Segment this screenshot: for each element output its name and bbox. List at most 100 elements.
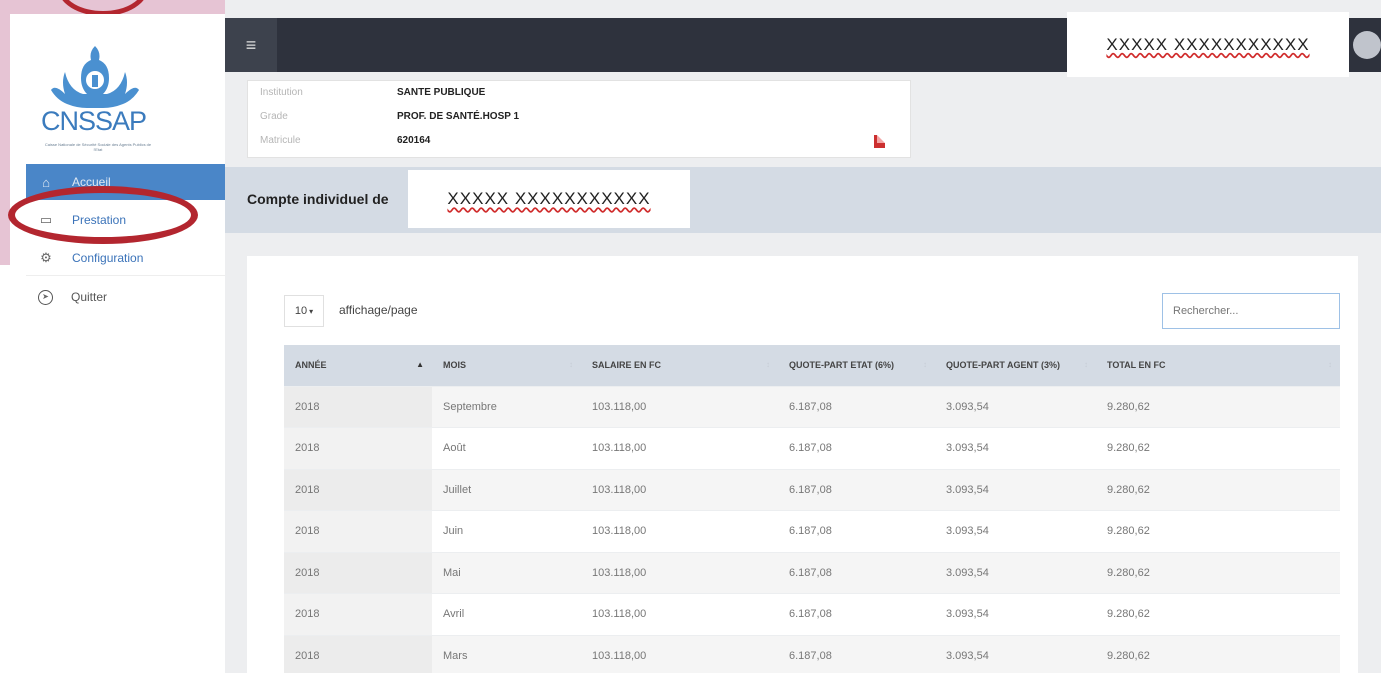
cell-quote-part-agent: 3.093,54 <box>935 385 1096 428</box>
cell-total: 9.280,62 <box>1096 510 1340 552</box>
cell-annee: 2018 <box>284 551 432 594</box>
cell-quote-part-etat: 6.187,08 <box>778 427 935 469</box>
sort-icon: ↕ <box>766 360 770 369</box>
table-row: 2018 Avril 103.118,00 6.187,08 3.093,54 9.280… <box>284 593 1340 635</box>
info-label: Matricule <box>260 135 301 146</box>
cell-total: 9.280,62 <box>1096 634 1340 673</box>
cell-quote-part-etat: 6.187,08 <box>778 510 935 552</box>
column-header-salaire[interactable]: SALAIRE EN FC ↕ <box>581 345 778 386</box>
cell-mois: Juillet <box>432 468 581 511</box>
sort-icon: ↕ <box>923 360 927 369</box>
info-label: Grade <box>260 111 288 122</box>
cell-annee: 2018 <box>284 427 432 469</box>
table-row: 2018 Août 103.118,00 6.187,08 3.093,54 9.280,… <box>284 427 1340 469</box>
cell-total: 9.280,62 <box>1096 427 1340 469</box>
table-row: 2018 Septembre 103.118,00 6.187,08 3.093,54 9… <box>284 385 1340 428</box>
sidebar-item-label: Quitter <box>71 290 108 304</box>
sort-asc-icon: ▲ <box>416 360 424 369</box>
cell-quote-part-etat: 6.187,08 <box>778 385 935 428</box>
cell-annee: 2018 <box>284 593 432 635</box>
cell-salaire: 103.118,00 <box>581 468 778 511</box>
cell-mois: Avril <box>432 593 581 635</box>
info-row-matricule: Matricule 620164 <box>260 135 430 146</box>
table-row: 2018 Juillet 103.118,00 6.187,08 3.093,54 9.2… <box>284 468 1340 511</box>
home-icon: ⌂ <box>42 174 50 190</box>
column-header-mois[interactable]: MOIS ↕ <box>432 345 581 386</box>
column-header-total[interactable]: TOTAL EN FC ↕ <box>1096 345 1340 386</box>
sidebar-item-configuration[interactable]: ⚙ Configuration <box>26 240 225 276</box>
gear-icon: ⚙ <box>40 249 52 265</box>
cell-quote-part-agent: 3.093,54 <box>935 427 1096 469</box>
user-name: XXXXX XXXXXXXXXXX <box>1106 34 1310 54</box>
user-name-box: XXXXX XXXXXXXXXXX <box>1067 12 1349 77</box>
info-card: Institution SANTE PUBLIQUE Grade PROF. D… <box>247 80 911 158</box>
cell-salaire: 103.118,00 <box>581 385 778 428</box>
cell-mois: Septembre <box>432 385 581 428</box>
cell-quote-part-agent: 3.093,54 <box>935 634 1096 673</box>
page-length-value: 10 <box>294 305 308 317</box>
avatar[interactable] <box>1353 31 1381 59</box>
table-row: 2018 Mars 103.118,00 6.187,08 3.093,54 9.280,… <box>284 634 1340 673</box>
sidebar: CNSSAP Caisse Nationale de Sécurité Soci… <box>10 14 225 673</box>
cell-total: 9.280,62 <box>1096 593 1340 635</box>
compte-header: Compte individuel de XXXXX XXXXXXXXXXX <box>225 167 1381 233</box>
column-header-annee[interactable]: ANNÉE ▲ <box>284 345 432 386</box>
chevron-down-icon: ▾ <box>309 306 314 316</box>
cell-total: 9.280,62 <box>1096 385 1340 428</box>
page-length-select[interactable]: 10 ▾ <box>284 295 324 327</box>
info-row-grade: Grade PROF. DE SANTÉ.HOSP 1 <box>260 111 519 122</box>
info-value: SANTE PUBLIQUE <box>397 87 486 98</box>
table-header-row: ANNÉE ▲ MOIS ↕ SALAIRE EN FC ↕ QUOTE-PART E… <box>284 345 1340 386</box>
info-label: Institution <box>260 87 303 98</box>
cell-total: 9.280,62 <box>1096 551 1340 594</box>
cell-quote-part-etat: 6.187,08 <box>778 551 935 594</box>
cell-quote-part-etat: 6.187,08 <box>778 593 935 635</box>
cell-salaire: 103.118,00 <box>581 593 778 635</box>
cell-quote-part-agent: 3.093,54 <box>935 510 1096 552</box>
cell-mois: Juin <box>432 510 581 552</box>
column-header-quote-part-etat[interactable]: QUOTE-PART ETAT (6%) ↕ <box>778 345 935 386</box>
compass-icon: ➤ <box>38 289 53 305</box>
cell-salaire: 103.118,00 <box>581 510 778 552</box>
compte-name: XXXXX XXXXXXXXXXX <box>447 189 651 208</box>
cell-annee: 2018 <box>284 634 432 673</box>
info-value: PROF. DE SANTÉ.HOSP 1 <box>397 111 520 122</box>
cell-mois: Mars <box>432 634 581 673</box>
column-header-quote-part-agent[interactable]: QUOTE-PART AGENT (3%) ↕ <box>935 345 1096 386</box>
pdf-icon[interactable] <box>874 135 885 148</box>
sort-icon: ↕ <box>1084 360 1088 369</box>
table-row: 2018 Juin 103.118,00 6.187,08 3.093,54 9.280,… <box>284 510 1340 552</box>
cell-quote-part-etat: 6.187,08 <box>778 634 935 673</box>
search-input[interactable] <box>1162 293 1340 329</box>
highlight-ellipse <box>8 186 198 244</box>
table-card: 10▾ affichage/page ANNÉE▲ MOIS↕ SALAIRE … <box>247 256 1358 673</box>
cell-quote-part-agent: 3.093,54 <box>935 593 1096 635</box>
logo-text: CNSSAP <box>41 106 147 136</box>
cell-annee: 2018 <box>284 510 432 552</box>
cell-quote-part-etat: 6.187,08 <box>778 468 935 511</box>
cell-quote-part-agent: 3.093,54 <box>935 468 1096 511</box>
logo-subtitle: Caisse Nationale de Sécurité Sociale des… <box>44 142 152 152</box>
cell-total: 9.280,62 <box>1096 468 1340 511</box>
cell-mois: Août <box>432 427 581 469</box>
compte-name-box: XXXXX XXXXXXXXXXX <box>408 170 690 228</box>
contributions-table: ANNÉE ▲ MOIS ↕ SALAIRE EN FC ↕ QUOTE-PART E… <box>284 345 1340 673</box>
sort-icon: ↕ <box>1328 360 1332 369</box>
compte-label: Compte individuel de <box>247 191 389 207</box>
cell-annee: 2018 <box>284 385 432 428</box>
sidebar-item-quitter[interactable]: ➤ Quitter <box>26 279 225 315</box>
table-row: 2018 Mai 103.118,00 6.187,08 3.093,54 9.280,6… <box>284 551 1340 594</box>
sidebar-item-label: Configuration <box>72 250 144 265</box>
cell-annee: 2018 <box>284 468 432 511</box>
sort-icon: ↕ <box>569 360 573 369</box>
page-length-label: affichage/page <box>339 303 418 317</box>
menu-toggle-icon[interactable]: ≡ <box>225 18 277 72</box>
cell-salaire: 103.118,00 <box>581 634 778 673</box>
cell-salaire: 103.118,00 <box>581 551 778 594</box>
cell-salaire: 103.118,00 <box>581 427 778 469</box>
cell-mois: Mai <box>432 551 581 594</box>
info-value: 620164 <box>397 135 431 146</box>
cell-quote-part-agent: 3.093,54 <box>935 551 1096 594</box>
main-area: ≡ XXXXX XXXXXXXXXXX Institution SANTE PU… <box>225 0 1381 673</box>
info-row-institution: Institution SANTE PUBLIQUE <box>260 87 485 98</box>
